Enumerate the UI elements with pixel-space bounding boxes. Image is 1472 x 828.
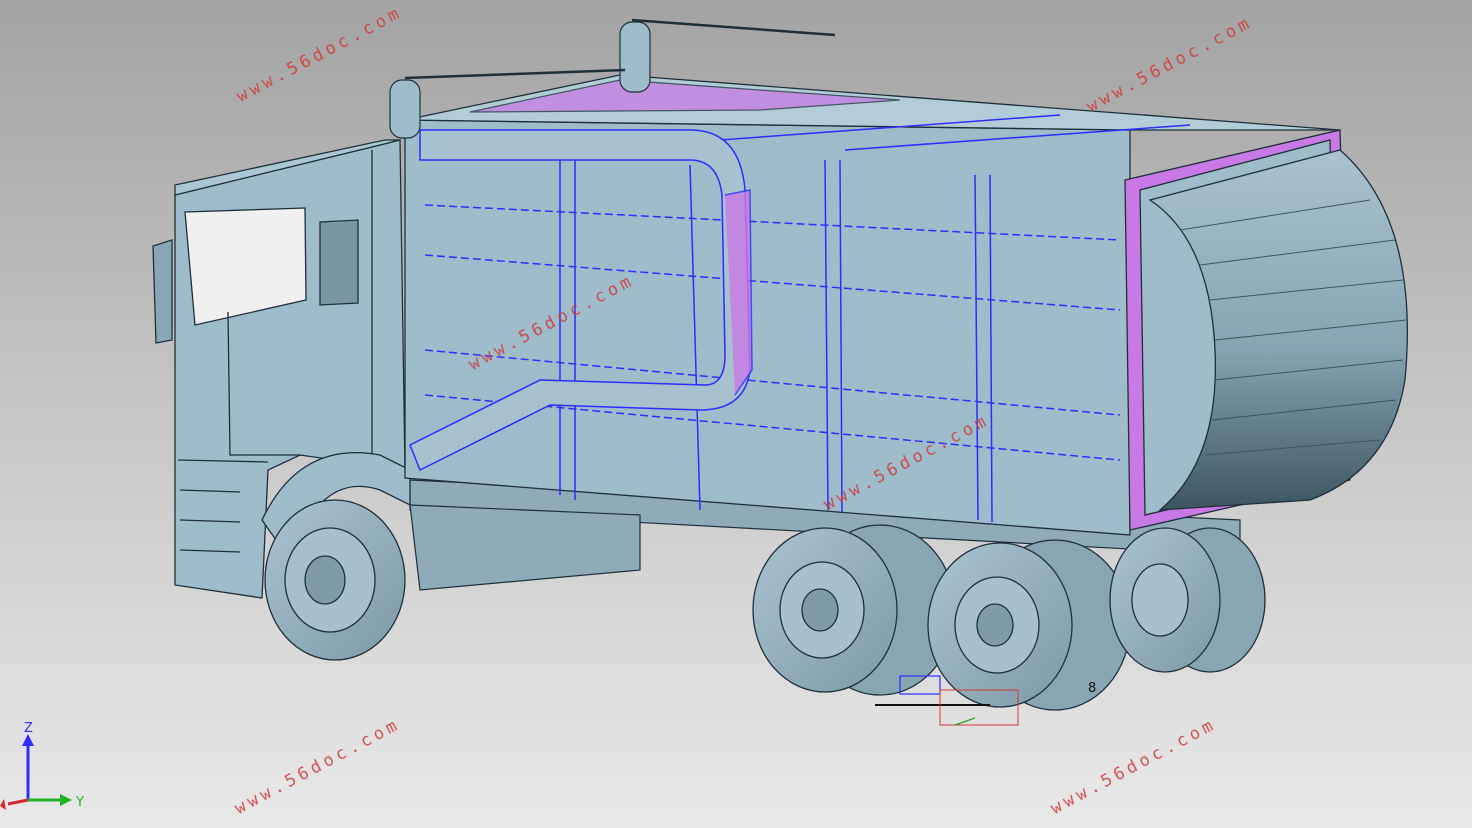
x-axis-icon: [7, 798, 29, 806]
y-axis-arrow-icon: [60, 794, 72, 806]
rear-tank: [1124, 129, 1408, 531]
rear-wheel-1: [752, 524, 956, 696]
3d-viewport[interactable]: 8 www.56doc.com www.56doc.com www.56doc.…: [0, 0, 1472, 828]
rear-wheel-3: [1109, 527, 1266, 673]
rear-wheel-2: [927, 539, 1131, 711]
y-axis-label: Y: [75, 795, 84, 810]
x-axis-arrow-icon: [0, 799, 6, 810]
front-wheel: [264, 499, 406, 661]
axis-triad[interactable]: Z Y: [0, 720, 110, 828]
z-axis-label: Z: [24, 721, 33, 736]
dimension-value: 8: [1088, 681, 1096, 696]
truck-model[interactable]: 8: [0, 0, 1472, 828]
